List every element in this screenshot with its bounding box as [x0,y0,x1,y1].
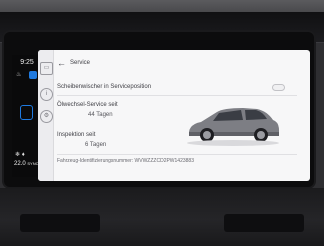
climate-active-indicator[interactable] [29,71,37,79]
oil-service-value: 44 Tagen [88,112,113,118]
wiper-service-item[interactable]: Scheibenwischer in Serviceposition [57,84,151,90]
inspection-label: Inspektion seit [57,132,96,138]
temperature-value: 22.0 [14,161,26,167]
temperature-readout[interactable]: 22.0 SYNC [14,161,38,167]
vehicle-image [187,108,279,146]
air-vent [224,214,304,232]
service-screen: ▭ i ⚙ ← Service Scheibenwischer in Servi… [38,50,310,181]
side-tab-bar: ▭ i ⚙ [38,50,54,181]
home-square-icon[interactable] [20,105,33,120]
divider [57,95,297,96]
air-vent [20,214,100,232]
seat-heat-icon[interactable]: ♨ [16,71,21,78]
defrost-icon[interactable]: ❄ ♦ [15,151,25,158]
wiper-service-toggle[interactable] [272,84,285,91]
clock: 9:25 [20,59,34,66]
vin-label: Fahrzeug-Identifizierungsnummer: WVWZZZC… [57,158,194,164]
car-tab-icon[interactable]: ▭ [40,62,53,75]
info-tab-icon[interactable]: i [40,88,53,101]
screen-header: ← Service [57,58,90,68]
settings-tab-icon[interactable]: ⚙ [40,110,53,123]
page-title: Service [70,60,91,66]
back-arrow-icon[interactable]: ← [57,58,66,68]
divider [57,154,297,155]
sync-label: SYNC [27,161,39,166]
inspection-value: 6 Tagen [85,142,107,148]
oil-service-label: Ölwechsel-Service seit [57,102,118,108]
